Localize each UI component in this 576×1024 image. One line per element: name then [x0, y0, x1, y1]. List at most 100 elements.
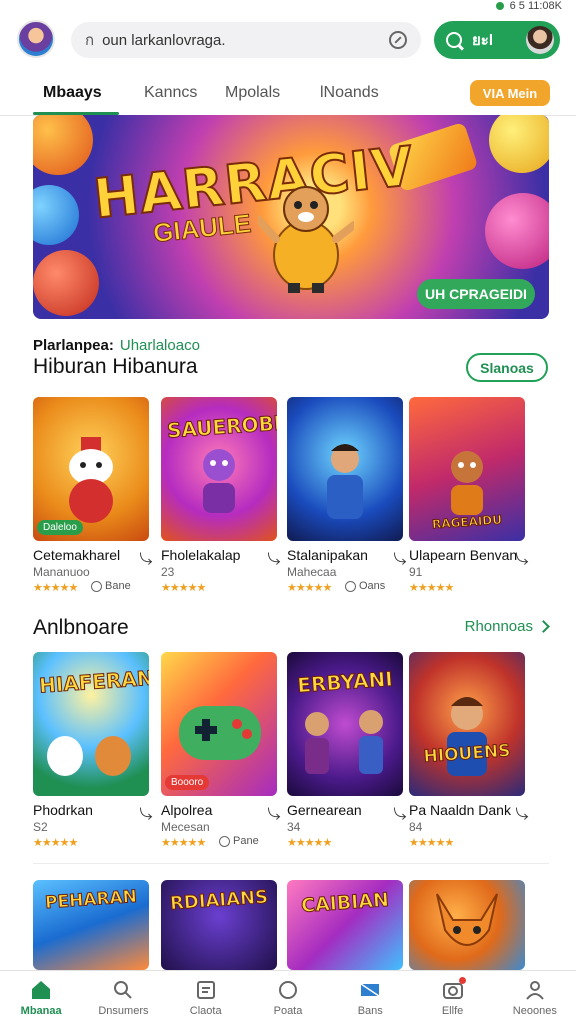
share-icon[interactable]: ⤴ — [265, 807, 284, 820]
game-card[interactable]: Boooro Alpolrea Mecesan ★★★★★ Pane ⤴ — [161, 652, 281, 849]
chevron-right-icon — [537, 620, 550, 633]
rating-stars: ★★★★★ — [287, 837, 332, 849]
game-subtitle: S2 — [33, 820, 48, 834]
character-art — [47, 736, 131, 776]
tab-0[interactable]: Mbaays — [43, 84, 102, 102]
search-button-label: ยะl — [472, 32, 494, 49]
character-art — [327, 444, 363, 519]
game-subtitle: 84 — [409, 820, 423, 834]
game-card[interactable]: RDIAIANS — [161, 880, 277, 970]
game-thumbnail[interactable]: HIOUENS — [409, 652, 525, 796]
thumbnail-title: ERBYANI — [296, 666, 394, 698]
balloon-decoration — [485, 193, 549, 269]
game-thumbnail[interactable]: Daleloo — [33, 397, 149, 541]
share-icon[interactable]: ⤴ — [513, 552, 532, 565]
user-avatar[interactable] — [526, 26, 554, 54]
share-icon[interactable]: ⤴ — [137, 552, 156, 565]
game-card[interactable]: ERBYANI Gernearean 34 ★★★★★ ⤴ — [287, 652, 407, 849]
home-icon — [32, 981, 51, 999]
game-card[interactable]: HIAFERAN Phodrkan S2 ★★★★★ ⤴ — [33, 652, 153, 849]
search-bar[interactable]: ก oun larkanlovraga. — [71, 22, 421, 58]
share-icon[interactable]: ⤴ — [391, 807, 410, 820]
game-title: Cetemakharel — [33, 547, 121, 563]
nav-label: Mbanaa — [20, 1005, 62, 1017]
thumbnail-title: HIOUENS — [422, 740, 512, 768]
game-card[interactable]: Stalanipakan Mahecaa ★★★★★ Oans ⤴ — [287, 397, 407, 594]
vip-pill-button[interactable]: VIA Mein — [470, 80, 550, 106]
game-badge: Daleloo — [37, 520, 83, 535]
game-thumbnail[interactable]: CAIBIAN — [287, 880, 403, 970]
search-button[interactable]: ยะl — [434, 21, 560, 59]
character-art — [451, 451, 483, 515]
section-eyebrow: Plarlanpea: Uharlaloaco — [33, 337, 200, 354]
section-eyebrow-link[interactable]: Uharlaloaco — [120, 337, 200, 354]
game-thumbnail[interactable]: Boooro — [161, 652, 277, 796]
bottom-navigation: Mbanaa Dnsumers Claota Poata Bans Ellfe … — [0, 970, 576, 1024]
nav-camera[interactable]: Ellfe — [411, 971, 493, 1024]
rating-stars: ★★★★★ — [33, 837, 78, 849]
game-card[interactable]: Daleloo Cetemakharel Mananuoo ★★★★★ Bane… — [33, 397, 153, 594]
game-thumbnail[interactable] — [287, 397, 403, 541]
rating-stars: ★★★★★ — [161, 837, 206, 849]
game-card[interactable]: RAGEAIDU Ulapearn Benvan 91 ★★★★★ ⤴ — [409, 397, 529, 594]
tab-1[interactable]: Kanncs — [144, 84, 197, 102]
tab-2[interactable]: Mpolals — [225, 84, 280, 102]
category-tabs: Mbaays Kanncs Mpolals lNoands VIA Mein — [0, 78, 576, 116]
game-card[interactable]: SAUEROBE Fholelakalap 23 ★★★★★ ⤴ — [161, 397, 281, 594]
status-dot-icon — [495, 2, 504, 10]
hero-title: HARRACIV — [90, 133, 418, 231]
clock-icon — [345, 580, 356, 592]
nav-profile[interactable]: Neoones — [494, 971, 576, 1024]
game-thumbnail[interactable]: HIAFERAN — [33, 652, 149, 796]
search-input[interactable]: oun larkanlovraga. — [102, 32, 381, 49]
clear-search-icon[interactable] — [389, 31, 407, 49]
rating-stars: ★★★★★ — [409, 582, 454, 594]
thumbnail-title: RDIAIANS — [169, 886, 269, 915]
clock-icon — [91, 580, 102, 592]
game-title: Pa Naaldn Dank — [409, 802, 511, 818]
game-thumbnail[interactable]: SAUEROBE — [161, 397, 277, 541]
share-icon[interactable]: ⤴ — [265, 552, 284, 565]
see-all-button[interactable]: Slanoas — [466, 353, 548, 382]
game-card[interactable]: CAIBIAN — [287, 880, 403, 970]
game-thumbnail[interactable]: PEHARAN — [33, 880, 149, 970]
hero-cta-button[interactable]: UH CPRAGEIDI — [417, 279, 535, 309]
balloon-decoration — [33, 250, 99, 316]
profile-icon — [526, 981, 544, 1000]
see-more-link[interactable]: Rhonnoas — [464, 618, 550, 635]
profile-avatar[interactable] — [17, 20, 55, 58]
game-thumbnail[interactable]: ERBYANI — [287, 652, 403, 796]
thumbnail-title: RAGEAIDU — [431, 512, 503, 532]
hero-banner[interactable]: HARRACIV GIAULE UH CPRAGEIDI — [33, 115, 549, 319]
nav-search[interactable]: Dnsumers — [82, 971, 164, 1024]
nav-flag[interactable]: Bans — [329, 971, 411, 1024]
game-subtitle: Mananuoo — [33, 565, 90, 579]
nav-label: Bans — [357, 1005, 383, 1017]
nav-circle[interactable]: Poata — [247, 971, 329, 1024]
fox-character-art — [436, 893, 498, 946]
share-icon[interactable]: ⤴ — [513, 807, 532, 820]
game-subtitle: Mecesan — [161, 820, 210, 834]
game-card[interactable]: HIOUENS Pa Naaldn Dank 84 ★★★★★ ⤴ — [409, 652, 529, 849]
document-icon — [196, 981, 215, 999]
game-thumbnail[interactable]: RDIAIANS — [161, 880, 277, 970]
game-card[interactable] — [409, 880, 525, 970]
game-badge: Boooro — [165, 775, 210, 790]
share-icon[interactable]: ⤴ — [391, 552, 410, 565]
tab-3[interactable]: lNoands — [320, 84, 379, 102]
nav-documents[interactable]: Claota — [165, 971, 247, 1024]
game-title: Alpolrea — [161, 802, 213, 818]
rating-stars: ★★★★★ — [409, 837, 454, 849]
nav-label: Ellfe — [441, 1005, 464, 1017]
top-header: ก oun larkanlovraga. ยะl — [0, 16, 576, 66]
game-subtitle: 91 — [409, 565, 423, 579]
thumbnail-title: CAIBIAN — [300, 888, 390, 918]
game-card[interactable]: PEHARAN — [33, 880, 149, 970]
search-icon — [446, 32, 462, 48]
share-icon[interactable]: ⤴ — [137, 807, 156, 820]
see-more-label: Rhonnoas — [464, 618, 533, 635]
game-thumbnail[interactable] — [409, 880, 525, 970]
game-thumbnail[interactable]: RAGEAIDU — [409, 397, 525, 541]
game-title: Phodrkan — [33, 802, 93, 818]
nav-home[interactable]: Mbanaa — [0, 971, 82, 1024]
